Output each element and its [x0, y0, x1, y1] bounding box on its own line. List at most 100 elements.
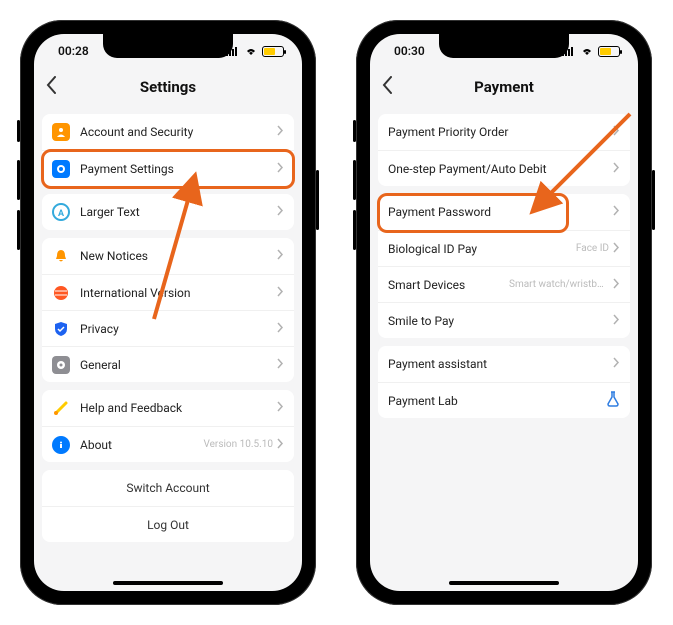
- row-account-security[interactable]: Account and Security: [42, 114, 294, 150]
- row-label: Payment assistant: [388, 357, 613, 371]
- page-title: Settings: [140, 78, 196, 96]
- settings-group-help: Help and Feedback About Version 10.5.10: [42, 390, 294, 462]
- battery-icon: [262, 46, 284, 57]
- row-privacy[interactable]: Privacy: [42, 310, 294, 346]
- chevron-right-icon: [277, 401, 284, 415]
- row-label: About: [80, 438, 203, 452]
- payment-group-other: Payment assistant Payment Lab: [378, 346, 630, 418]
- settings-group-account-actions: Switch Account Log Out: [42, 470, 294, 542]
- status-time: 00:30: [394, 44, 425, 58]
- row-log-out[interactable]: Log Out: [42, 506, 294, 542]
- wifi-icon: [244, 46, 258, 56]
- chevron-right-icon: [277, 205, 284, 219]
- row-label: Log Out: [147, 518, 189, 532]
- home-indicator: [113, 581, 223, 585]
- chevron-right-icon: [613, 205, 620, 219]
- row-label: General: [80, 358, 277, 372]
- row-label: Payment Priority Order: [388, 125, 613, 139]
- row-label: Help and Feedback: [80, 401, 277, 415]
- battery-icon: [598, 46, 620, 57]
- status-time: 00:28: [58, 44, 89, 58]
- row-value: Face ID: [576, 243, 609, 254]
- row-general[interactable]: General: [42, 346, 294, 382]
- shield-icon: [52, 320, 70, 338]
- row-payment-password[interactable]: Payment Password: [378, 194, 630, 230]
- gear-icon: [52, 356, 70, 374]
- row-larger-text[interactable]: A Larger Text: [42, 194, 294, 230]
- globe-icon: [52, 284, 70, 302]
- chevron-right-icon: [613, 125, 620, 139]
- row-help-feedback[interactable]: Help and Feedback: [42, 390, 294, 426]
- row-label: International Version: [80, 286, 277, 300]
- content: Payment Priority Order One-step Payment/…: [370, 114, 638, 428]
- wifi-icon: [580, 46, 594, 56]
- row-payment-settings[interactable]: Payment Settings: [42, 150, 294, 186]
- svg-text:A: A: [58, 209, 65, 219]
- row-label: Privacy: [80, 322, 277, 336]
- settings-group-account: Account and Security Payment Settings: [42, 114, 294, 186]
- phone-mockup-payment: 00:30 Payment Payment Priority Order One…: [356, 20, 652, 605]
- home-indicator: [449, 581, 559, 585]
- nav-bar: Settings: [34, 68, 302, 106]
- chevron-right-icon: [613, 278, 620, 292]
- row-international[interactable]: International Version: [42, 274, 294, 310]
- row-smile-to-pay[interactable]: Smile to Pay: [378, 302, 630, 338]
- row-label: Account and Security: [80, 125, 277, 139]
- row-label: Larger Text: [80, 205, 277, 219]
- chevron-right-icon: [277, 125, 284, 139]
- content: Account and Security Payment Settings A …: [34, 114, 302, 552]
- row-priority-order[interactable]: Payment Priority Order: [378, 114, 630, 150]
- row-label: Smart Devices: [388, 278, 509, 292]
- row-biological-id[interactable]: Biological ID Pay Face ID: [378, 230, 630, 266]
- notch: [103, 34, 233, 58]
- chevron-right-icon: [277, 286, 284, 300]
- row-switch-account[interactable]: Switch Account: [42, 470, 294, 506]
- info-icon: [52, 436, 70, 454]
- row-value: Version 10.5.10: [203, 439, 273, 450]
- page-title: Payment: [474, 78, 534, 96]
- chevron-right-icon: [613, 357, 620, 371]
- nav-bar: Payment: [370, 68, 638, 106]
- row-label: Payment Settings: [80, 162, 277, 176]
- payment-group-priority: Payment Priority Order One-step Payment/…: [378, 114, 630, 186]
- back-button[interactable]: [46, 76, 57, 98]
- back-button[interactable]: [382, 76, 393, 98]
- settings-group-text: A Larger Text: [42, 194, 294, 230]
- chevron-right-icon: [277, 249, 284, 263]
- row-label: Smile to Pay: [388, 314, 613, 328]
- row-payment-assistant[interactable]: Payment assistant: [378, 346, 630, 382]
- status-indicators: [562, 46, 620, 57]
- payment-icon: [52, 160, 70, 178]
- row-smart-devices[interactable]: Smart Devices Smart watch/wristband/card…: [378, 266, 630, 302]
- chevron-right-icon: [613, 314, 620, 328]
- screen-settings: 00:28 Settings Account and Security: [34, 34, 302, 591]
- chevron-right-icon: [613, 242, 620, 256]
- settings-group-prefs: New Notices International Version Privac…: [42, 238, 294, 382]
- chevron-right-icon: [277, 438, 284, 452]
- row-value: Smart watch/wristband/card,a...: [509, 279, 609, 290]
- row-onestep-payment[interactable]: One-step Payment/Auto Debit: [378, 150, 630, 186]
- row-about[interactable]: About Version 10.5.10: [42, 426, 294, 462]
- help-icon: [52, 399, 70, 417]
- screen-payment: 00:30 Payment Payment Priority Order One…: [370, 34, 638, 591]
- row-label: New Notices: [80, 249, 277, 263]
- chevron-right-icon: [277, 358, 284, 372]
- chevron-right-icon: [277, 162, 284, 176]
- row-label: Payment Lab: [388, 394, 606, 408]
- status-indicators: [226, 46, 284, 57]
- row-label: Biological ID Pay: [388, 242, 576, 256]
- bell-icon: [52, 247, 70, 265]
- chevron-right-icon: [613, 162, 620, 176]
- payment-group-auth: Payment Password Biological ID Pay Face …: [378, 194, 630, 338]
- row-new-notices[interactable]: New Notices: [42, 238, 294, 274]
- notch: [439, 34, 569, 58]
- account-icon: [52, 123, 70, 141]
- text-size-icon: A: [52, 203, 70, 221]
- flask-icon: [606, 391, 620, 410]
- row-label: Payment Password: [388, 205, 613, 219]
- row-label: Switch Account: [126, 481, 209, 495]
- chevron-right-icon: [277, 322, 284, 336]
- phone-mockup-settings: 00:28 Settings Account and Security: [20, 20, 316, 605]
- row-payment-lab[interactable]: Payment Lab: [378, 382, 630, 418]
- row-label: One-step Payment/Auto Debit: [388, 162, 613, 176]
